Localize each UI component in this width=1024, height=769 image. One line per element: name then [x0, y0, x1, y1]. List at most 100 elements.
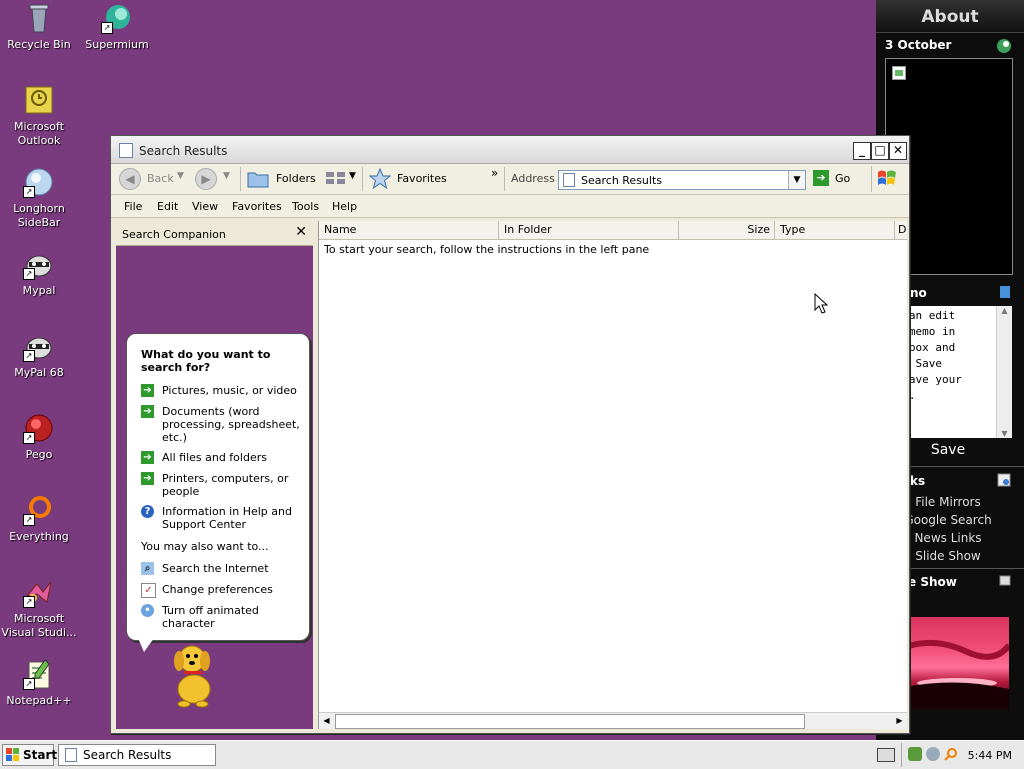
- desktop-icon-outlook[interactable]: Microsoft Outlook: [0, 84, 78, 148]
- toolbar-overflow-chevron-icon[interactable]: »: [491, 166, 498, 180]
- taskbar-window-icon: [65, 748, 77, 762]
- back-dropdown-icon[interactable]: ▼: [177, 171, 184, 181]
- desktop-icon-notepadpp[interactable]: ↗ Notepad++: [0, 658, 78, 708]
- search-internet-icon: ⌕: [141, 562, 154, 575]
- taskbar-button-search-results[interactable]: Search Results: [58, 744, 216, 766]
- raccoon-icon: ↗: [23, 248, 55, 280]
- scroll-left-arrow-icon[interactable]: ◀: [319, 713, 334, 729]
- scrollbar-thumb[interactable]: [335, 714, 805, 729]
- search-option-label: Search the Internet: [162, 562, 269, 575]
- menu-help[interactable]: Help: [332, 200, 357, 213]
- forward-dropdown-icon[interactable]: ▼: [223, 171, 230, 181]
- search-companion-title: Search Companion: [122, 228, 226, 241]
- column-header-name[interactable]: Name: [319, 221, 499, 239]
- memo-title: no: [910, 286, 927, 300]
- search-tray-icon[interactable]: [944, 747, 958, 761]
- raccoon-icon: ↗: [23, 330, 55, 362]
- desktop-icon-longhorn-sidebar[interactable]: ↗ Longhorn SideBar: [0, 166, 78, 230]
- menu-file[interactable]: File: [124, 200, 142, 213]
- desktop-icon-mypal[interactable]: ↗ Mypal: [0, 248, 78, 298]
- search-question: What do you want to search for?: [141, 348, 271, 374]
- network-tray-icon[interactable]: [908, 747, 922, 761]
- desktop-icon-label: Supermium: [85, 38, 149, 51]
- back-button[interactable]: ◀ Back ▼: [119, 168, 184, 190]
- favorites-button[interactable]: Favorites: [369, 168, 449, 190]
- green-arrow-icon: ➔: [141, 472, 154, 485]
- search-results-list[interactable]: Name In Folder Size Type D To start your…: [318, 221, 907, 729]
- menu-favorites[interactable]: Favorites: [232, 200, 282, 213]
- tray-clock[interactable]: 5:44 PM: [968, 749, 1012, 762]
- desktop-icon-label: Notepad++: [6, 694, 72, 707]
- desktop-icon-supermium[interactable]: ↗ Supermium: [78, 2, 156, 52]
- search-companion-close-icon[interactable]: ✕: [295, 224, 307, 240]
- column-header-type[interactable]: Type: [775, 221, 895, 239]
- column-header-size-label: Size: [747, 223, 770, 236]
- links-tile-icon[interactable]: [997, 473, 1012, 488]
- help-question-icon: ?: [141, 505, 154, 518]
- desktop-icon-label: Pego: [25, 448, 53, 461]
- notepad-plus-plus-icon: ↗: [23, 658, 55, 690]
- slideshow-photo[interactable]: [904, 617, 1012, 709]
- mouse-cursor: [814, 292, 829, 318]
- address-bar[interactable]: Search Results ▼: [558, 170, 806, 190]
- calendar-tile-icon[interactable]: [996, 38, 1012, 54]
- column-header-date[interactable]: D: [895, 221, 907, 239]
- window-title: Search Results: [139, 144, 228, 158]
- rover-dog-character[interactable]: [166, 639, 220, 709]
- links-title: ks: [910, 474, 926, 488]
- views-button[interactable]: ▼: [325, 170, 357, 188]
- memo-tile-icon[interactable]: [998, 285, 1012, 299]
- column-header-size[interactable]: Size: [679, 221, 775, 239]
- forward-arrow-icon: ▶: [195, 168, 217, 190]
- close-button[interactable]: ✕: [889, 142, 907, 160]
- system-tray: 5:44 PM: [901, 743, 1024, 767]
- desktop-icon-label: Microsoft Outlook: [13, 120, 65, 147]
- folders-button[interactable]: Folders: [247, 168, 316, 190]
- supermium-icon: ↗: [101, 2, 133, 34]
- address-value: Search Results: [581, 174, 663, 187]
- menu-view[interactable]: View: [192, 200, 218, 213]
- recycle-bin-icon: [23, 2, 55, 34]
- address-dropdown-button[interactable]: ▼: [788, 171, 805, 189]
- maximize-button[interactable]: □: [871, 142, 889, 160]
- folder-icon: [247, 172, 269, 188]
- scroll-right-arrow-icon[interactable]: ▶: [892, 713, 907, 729]
- animated-character-icon: •: [141, 604, 154, 617]
- keyboard-layout-icon[interactable]: [877, 748, 895, 762]
- desktop-icon-mypal-68[interactable]: ↗ MyPal 68: [0, 330, 78, 380]
- back-label: Back: [147, 172, 174, 185]
- shortcut-arrow-icon: ↗: [23, 678, 35, 690]
- desktop-icon-label: Recycle Bin: [7, 38, 71, 51]
- start-button[interactable]: Start: [2, 744, 58, 766]
- globe-tray-icon[interactable]: [926, 747, 940, 761]
- go-label: Go: [835, 172, 851, 185]
- also-want-label: You may also want to...: [141, 540, 269, 553]
- desktop-icon-pego[interactable]: ↗ Pego: [0, 412, 78, 462]
- shortcut-arrow-icon: ↗: [23, 432, 35, 444]
- forward-button[interactable]: ▶ ▼: [195, 168, 235, 190]
- title-bar[interactable]: Search Results _ □ ✕: [111, 136, 909, 164]
- search-companion-header: Search Companion ✕: [116, 221, 313, 246]
- search-option-label: Documents (word processing, spreadsheet,…: [162, 405, 300, 444]
- desktop-icon-everything[interactable]: ↗ Everything: [0, 494, 78, 544]
- green-arrow-icon: ➔: [141, 384, 154, 397]
- desktop-icon-visual-studio[interactable]: ↗ Microsoft Visual Studi...: [0, 576, 78, 640]
- everything-search-icon: ↗: [23, 494, 55, 526]
- search-option-label: Pictures, music, or video: [162, 384, 297, 397]
- minimize-button[interactable]: _: [853, 142, 871, 160]
- column-header-in-folder[interactable]: In Folder: [499, 221, 679, 239]
- go-arrow-icon: ➔: [813, 170, 829, 186]
- memo-scrollbar[interactable]: ▲ ▼: [996, 306, 1012, 438]
- menu-tools[interactable]: Tools: [292, 200, 319, 213]
- desktop-icon-recycle-bin[interactable]: Recycle Bin: [0, 2, 78, 52]
- toolbar: ◀ Back ▼ ▶ ▼ Folders ▼ Favorites » Addre…: [111, 164, 909, 195]
- menu-edit[interactable]: Edit: [157, 200, 178, 213]
- shortcut-arrow-icon: ↗: [23, 350, 35, 362]
- horizontal-scrollbar[interactable]: ◀ ▶: [319, 712, 907, 729]
- start-label: Start: [23, 748, 58, 762]
- favorites-star-icon: [369, 168, 391, 190]
- column-header: Name In Folder Size Type D: [319, 221, 907, 240]
- go-button[interactable]: ➔ Go: [811, 169, 855, 189]
- search-companion-balloon: What do you want to search for? ➔ Pictur…: [126, 333, 310, 641]
- slideshow-tile-icon[interactable]: [998, 574, 1012, 588]
